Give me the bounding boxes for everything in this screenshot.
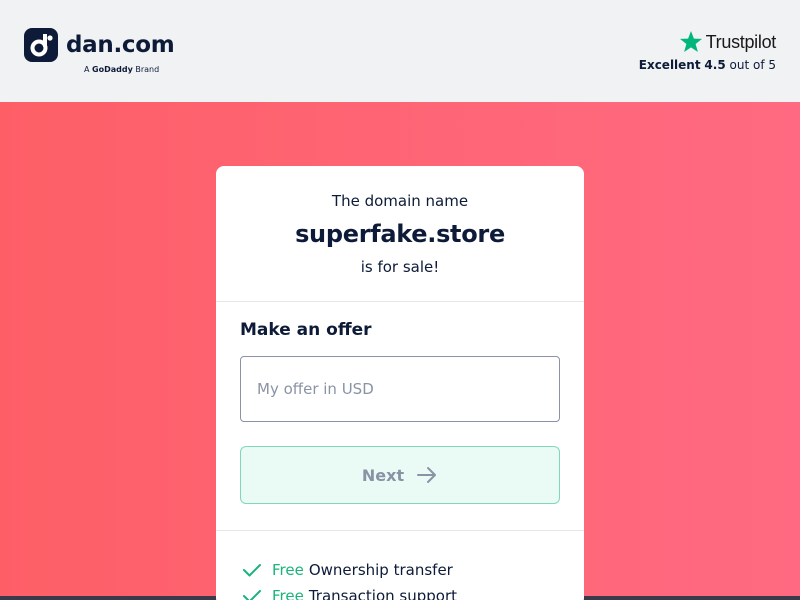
brand-subtitle: A GoDaddy Brand: [84, 65, 160, 74]
dan-logo[interactable]: dan.com: [24, 28, 175, 62]
benefit-tag: Free: [272, 561, 304, 579]
domain-heading: The domain name superfake.store is for s…: [216, 166, 584, 302]
trustpilot-name: Trustpilot: [705, 31, 777, 52]
domain-name: superfake.store: [295, 220, 505, 248]
brand-name: dan.com: [66, 32, 175, 58]
benefit-tag: Free: [272, 587, 304, 600]
next-label: Next: [361, 465, 405, 485]
benefit-text: Ownership transfer: [308, 561, 453, 579]
benefit-text: Transaction support: [308, 587, 458, 600]
domain-card: The domain name superfake.store is for s…: [216, 166, 584, 600]
dan-logo-icon: [24, 28, 58, 62]
arrow-right-icon: [417, 467, 437, 483]
site-header: dan.com A GoDaddy Brand Trustpilot Excel…: [0, 0, 800, 102]
benefit-item: Free Ownership transfer: [242, 557, 584, 583]
next-button[interactable]: Next: [240, 446, 560, 504]
benefits-list: Free Ownership transfer Free Transaction…: [216, 531, 584, 600]
sale-status: is for sale!: [360, 258, 440, 276]
offer-form: Make an offer Next: [216, 302, 584, 531]
trustpilot-widget[interactable]: Trustpilot Excellent 4.5 out of 5: [639, 30, 776, 72]
offer-title: Make an offer: [240, 320, 372, 340]
offer-input[interactable]: [240, 356, 560, 422]
domain-intro: The domain name: [331, 192, 469, 210]
check-icon: [243, 590, 261, 600]
trustpilot-rating: Excellent 4.5 out of 5: [638, 58, 776, 72]
benefit-item: Free Transaction support: [242, 583, 584, 600]
check-icon: [243, 564, 261, 577]
star-icon: [679, 31, 702, 52]
